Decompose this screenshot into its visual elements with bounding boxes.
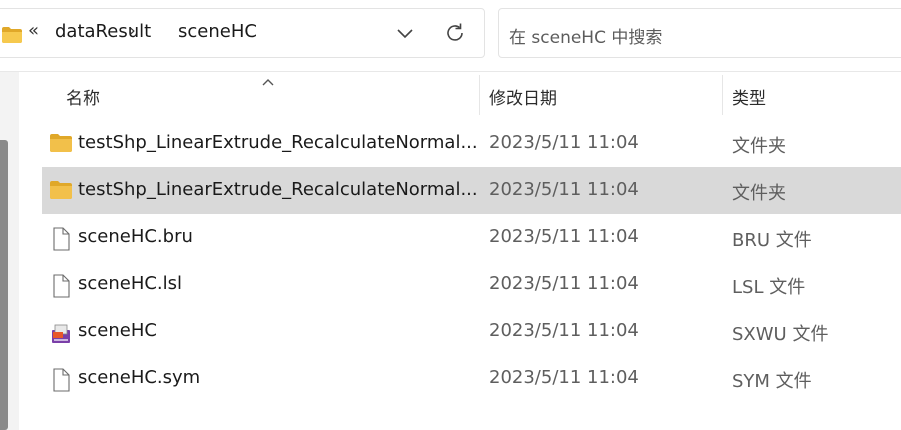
file-row[interactable]: sceneHC.bru 2023/5/11 11:04 BRU 文件 xyxy=(42,214,901,261)
breadcrumb-scenehc[interactable]: sceneHC xyxy=(178,21,257,42)
file-icon xyxy=(49,227,73,251)
file-name: sceneHC xyxy=(78,320,157,341)
chevron-down-icon[interactable] xyxy=(395,25,415,44)
file-date: 2023/5/11 11:04 xyxy=(489,367,639,388)
file-date: 2023/5/11 11:04 xyxy=(489,132,639,153)
file-type: SYM 文件 xyxy=(732,371,812,392)
file-icon xyxy=(49,368,73,392)
column-divider[interactable] xyxy=(479,75,480,115)
file-name: testShp_LinearExtrude_RecalculateNormal.… xyxy=(78,132,478,153)
file-row[interactable]: sceneHC 2023/5/11 11:04 SXWU 文件 xyxy=(42,308,901,355)
file-date: 2023/5/11 11:04 xyxy=(489,179,639,200)
navigation-scrollbar[interactable] xyxy=(0,140,8,430)
column-header-date[interactable]: 修改日期 xyxy=(489,84,557,109)
address-bar[interactable]: « dataResult › sceneHC xyxy=(0,8,485,58)
toolbar-divider xyxy=(0,71,901,72)
sort-ascending-icon xyxy=(261,72,275,91)
file-icon xyxy=(49,274,73,298)
overflow-breadcrumb-button[interactable]: « xyxy=(28,20,39,41)
file-type: SXWU 文件 xyxy=(732,324,829,345)
search-box[interactable]: 在 sceneHC 中搜索 xyxy=(498,8,901,58)
file-name: sceneHC.lsl xyxy=(78,273,183,294)
file-name: sceneHC.sym xyxy=(78,367,201,388)
file-type: 文件夹 xyxy=(732,183,786,204)
folder-icon xyxy=(49,180,73,202)
column-divider[interactable] xyxy=(722,75,723,115)
toolbar: « dataResult › sceneHC 在 sceneHC 中搜索 xyxy=(0,0,901,70)
folder-icon xyxy=(49,133,73,155)
sxwu-app-icon xyxy=(49,321,73,343)
file-row[interactable]: testShp_LinearExtrude_RecalculateNormal.… xyxy=(42,120,901,167)
file-date: 2023/5/11 11:04 xyxy=(489,226,639,247)
folder-icon xyxy=(1,26,23,48)
column-header-type[interactable]: 类型 xyxy=(732,84,766,109)
breadcrumb-separator[interactable]: › xyxy=(129,21,136,41)
breadcrumb-dataresult[interactable]: dataResult xyxy=(55,21,151,42)
file-type: LSL 文件 xyxy=(732,277,806,298)
column-header-name[interactable]: 名称 xyxy=(66,84,100,109)
refresh-icon[interactable] xyxy=(443,21,467,49)
file-name: sceneHC.bru xyxy=(78,226,193,247)
file-row[interactable]: sceneHC.lsl 2023/5/11 11:04 LSL 文件 xyxy=(42,261,901,308)
file-row[interactable]: sceneHC.sym 2023/5/11 11:04 SYM 文件 xyxy=(42,355,901,402)
file-type: BRU 文件 xyxy=(732,230,812,251)
search-input[interactable]: 在 sceneHC 中搜索 xyxy=(509,23,662,48)
file-date: 2023/5/11 11:04 xyxy=(489,273,639,294)
file-type: 文件夹 xyxy=(732,136,786,157)
file-row[interactable]: testShp_LinearExtrude_RecalculateNormal.… xyxy=(42,167,901,214)
file-date: 2023/5/11 11:04 xyxy=(489,320,639,341)
file-name: testShp_LinearExtrude_RecalculateNormal.… xyxy=(78,179,478,200)
